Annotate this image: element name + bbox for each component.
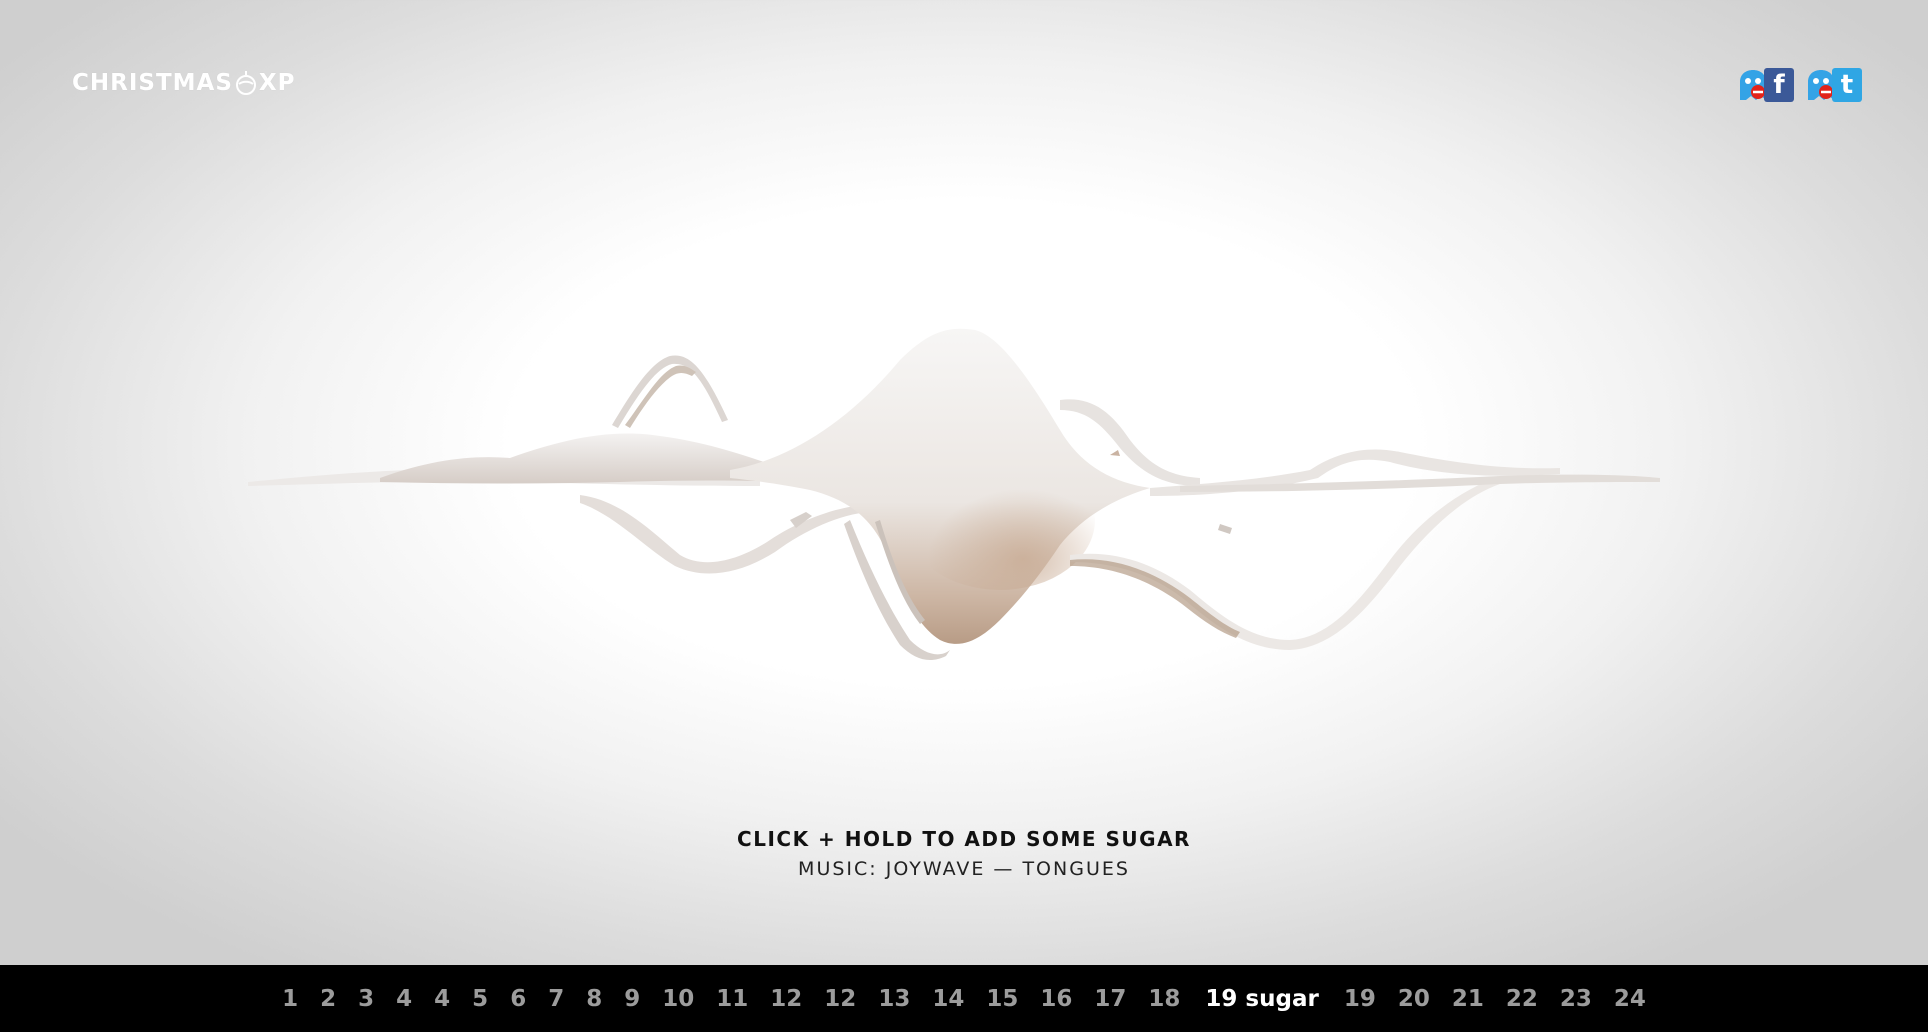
day-item[interactable]: 2 [309, 986, 347, 1012]
music-credit: MUSIC: JOYWAVE — TONGUES [798, 858, 1130, 880]
day-item[interactable]: 16 [1029, 986, 1083, 1012]
day-list: 1 2 3 4 4 5 6 7 8 9 10 11 12 12 13 14 15 16 17 18 19 sugar 19… [271, 986, 1657, 1012]
day-item[interactable]: 1 [271, 986, 309, 1012]
day-item[interactable]: 20 [1387, 986, 1441, 1012]
day-item[interactable]: 14 [921, 986, 975, 1012]
day-item[interactable]: 12 [813, 986, 867, 1012]
click-hold-instruction: CLICK + HOLD TO ADD SOME SUGAR [737, 827, 1191, 851]
day-item[interactable]: 9 [613, 986, 651, 1012]
day-item[interactable]: 11 [705, 986, 759, 1012]
day-item[interactable]: 4 [385, 986, 423, 1012]
day-item[interactable]: 4 [423, 986, 461, 1012]
twitter-share-button[interactable]: t [1804, 66, 1862, 104]
logo-text-christmas: CHRISTMAS [72, 70, 233, 96]
twitter-icon: t [1832, 68, 1862, 102]
day-item[interactable]: 17 [1083, 986, 1137, 1012]
christmas-xp-logo[interactable]: CHRISTMAS XP [72, 68, 296, 98]
day-item[interactable]: 23 [1549, 986, 1603, 1012]
day-item[interactable]: 12 [759, 986, 813, 1012]
day-item[interactable]: 21 [1441, 986, 1495, 1012]
facebook-icon: f [1764, 68, 1794, 102]
day-item[interactable]: 15 [975, 986, 1029, 1012]
day-item-active[interactable]: 19 sugar [1191, 986, 1332, 1012]
day-item[interactable]: 8 [575, 986, 613, 1012]
advent-day-nav: 1 2 3 4 4 5 6 7 8 9 10 11 12 12 13 14 15 16 17 18 19 sugar 19… [0, 965, 1928, 1032]
facebook-share-button[interactable]: f [1736, 66, 1794, 104]
day-item[interactable]: 6 [499, 986, 537, 1012]
day-item[interactable]: 19 [1333, 986, 1387, 1012]
day-item[interactable]: 18 [1137, 986, 1191, 1012]
day-item[interactable]: 22 [1495, 986, 1549, 1012]
logo-text-xp: XP [258, 70, 296, 96]
day-item[interactable]: 13 [867, 986, 921, 1012]
day-item[interactable]: 10 [651, 986, 705, 1012]
social-share: f t [1736, 66, 1862, 104]
bauble-icon [235, 70, 257, 96]
day-item[interactable]: 7 [537, 986, 575, 1012]
day-item[interactable]: 24 [1603, 986, 1657, 1012]
day-item[interactable]: 3 [347, 986, 385, 1012]
day-item[interactable]: 5 [461, 986, 499, 1012]
